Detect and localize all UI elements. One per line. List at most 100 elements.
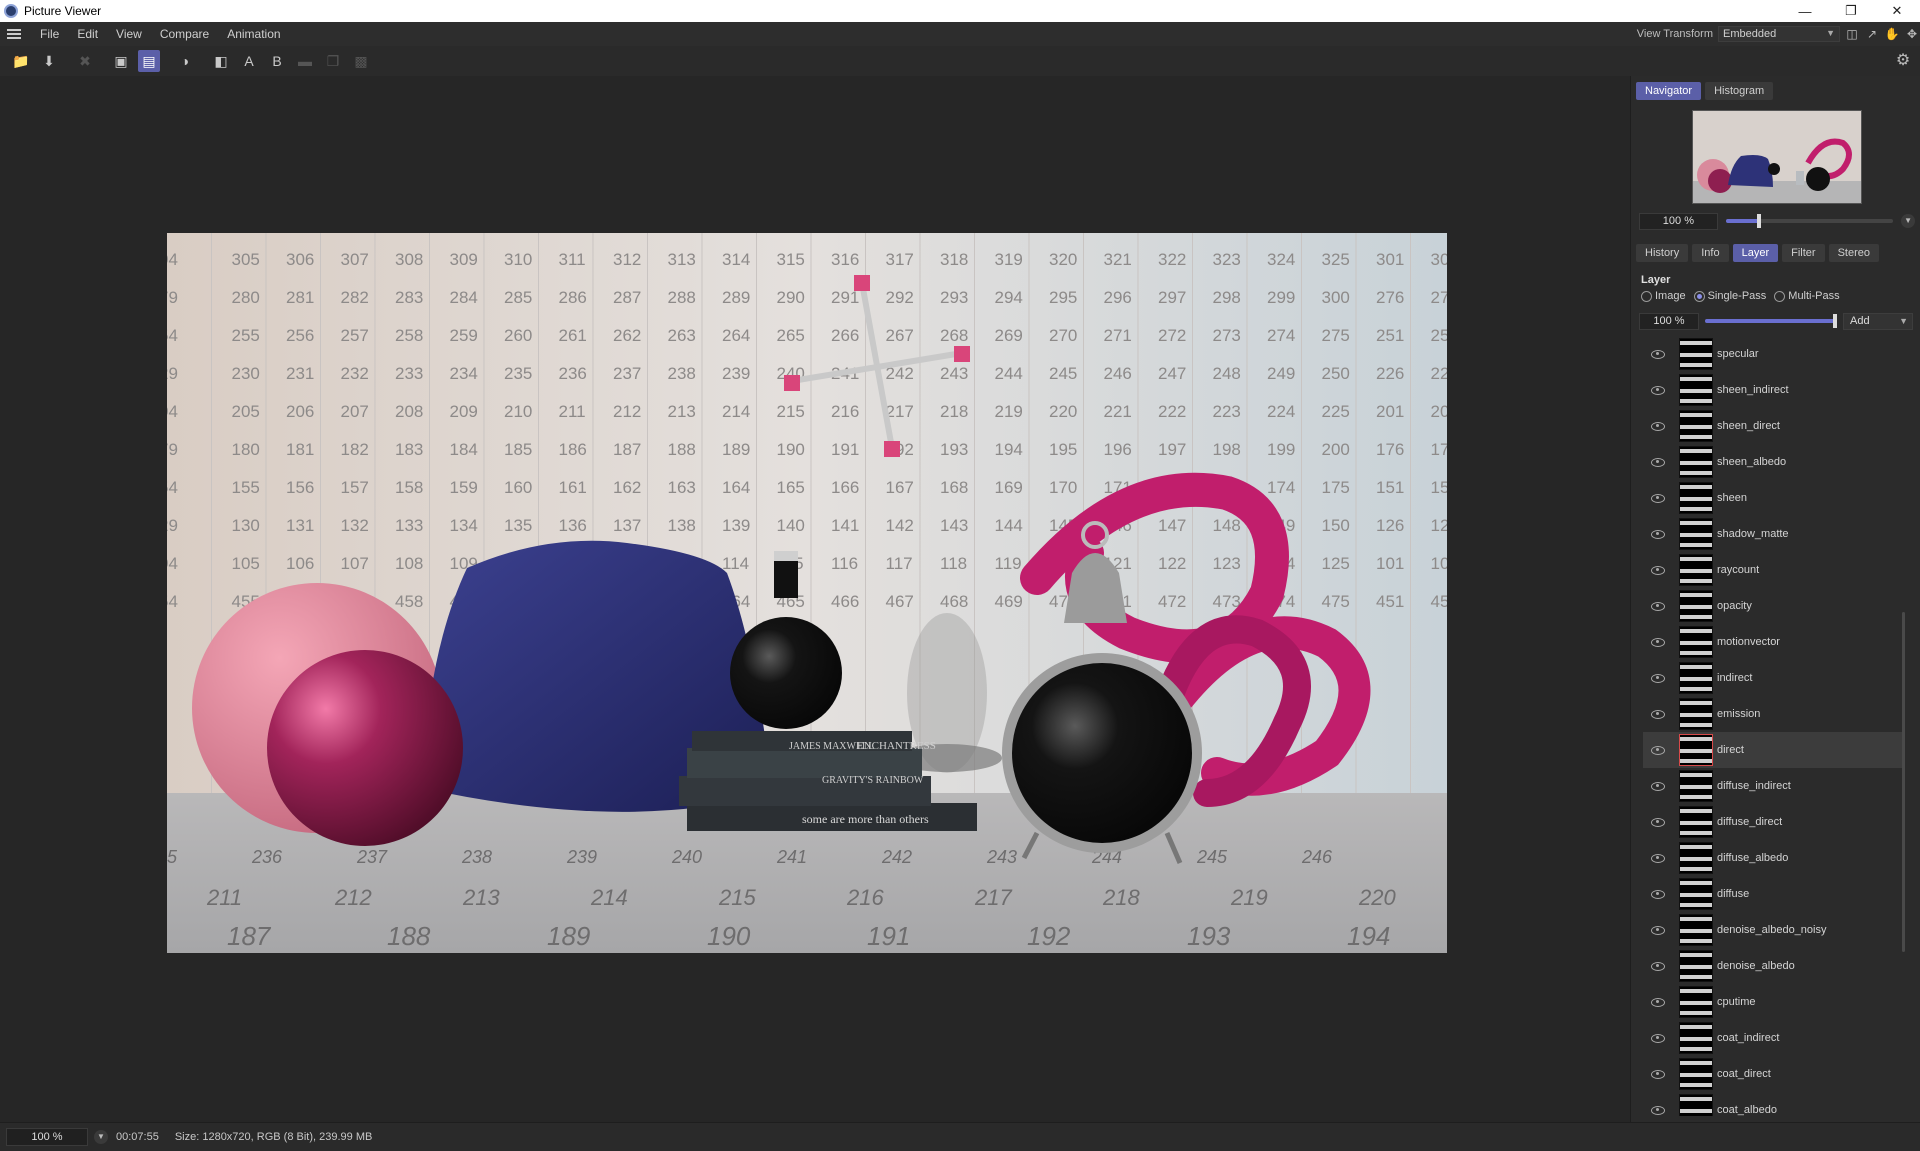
layer-row[interactable]: coat_indirect <box>1643 1020 1903 1056</box>
navigator-thumbnail[interactable] <box>1692 110 1862 204</box>
layer-row[interactable]: diffuse <box>1643 876 1903 912</box>
menu-view[interactable]: View <box>107 27 151 41</box>
eye-icon[interactable] <box>1651 1069 1665 1079</box>
eye-icon[interactable] <box>1651 673 1665 683</box>
external-window-icon[interactable]: ↗ <box>1864 26 1880 42</box>
blend-mode-select[interactable]: Add ▼ <box>1843 312 1913 330</box>
layer-row[interactable]: coat_albedo <box>1643 1092 1903 1116</box>
layer-list[interactable]: specular sheen_indirect sheen_direct sheen_… <box>1643 336 1917 1116</box>
eye-icon[interactable] <box>1651 745 1665 755</box>
eye-icon[interactable] <box>1651 817 1665 827</box>
tab-layer[interactable]: Layer <box>1732 244 1779 262</box>
save-icon[interactable]: ⬇ <box>38 50 60 72</box>
settings-gear-icon[interactable]: ⚙ <box>1892 50 1914 72</box>
menu-file[interactable]: File <box>31 27 68 41</box>
menu-compare[interactable]: Compare <box>151 27 218 41</box>
radio-single-pass[interactable] <box>1693 290 1705 302</box>
eye-icon[interactable] <box>1651 349 1665 359</box>
layer-row[interactable]: diffuse_indirect <box>1643 768 1903 804</box>
layer-row[interactable]: diffuse_albedo <box>1643 840 1903 876</box>
layer-row[interactable]: opacity <box>1643 588 1903 624</box>
eye-icon[interactable] <box>1651 925 1665 935</box>
layer-row[interactable]: motionvector <box>1643 624 1903 660</box>
hamburger-menu-icon[interactable] <box>7 29 21 39</box>
eye-icon[interactable] <box>1651 529 1665 539</box>
menu-edit[interactable]: Edit <box>68 27 107 41</box>
eye-icon[interactable] <box>1651 421 1665 431</box>
radio-image[interactable] <box>1641 290 1652 302</box>
pan-hand-icon[interactable]: ✋ <box>1884 26 1900 42</box>
eye-icon[interactable] <box>1651 637 1665 647</box>
panel-layout-icon[interactable]: ◫ <box>1844 26 1860 42</box>
wall-number: 245 <box>1049 364 1077 383</box>
eye-icon[interactable] <box>1651 385 1665 395</box>
layer-row[interactable]: indirect <box>1643 660 1903 696</box>
tab-history[interactable]: History <box>1636 244 1689 262</box>
eye-icon[interactable] <box>1651 961 1665 971</box>
wall-number: 255 <box>232 326 260 345</box>
layer-row[interactable]: sheen_albedo <box>1643 444 1903 480</box>
radio-multi-pass[interactable] <box>1774 290 1786 302</box>
eye-icon[interactable] <box>1651 997 1665 1007</box>
layer-opacity-slider[interactable] <box>1705 314 1837 328</box>
stop-render-icon[interactable]: ✖ <box>74 50 96 72</box>
layer-row[interactable]: sheen <box>1643 480 1903 516</box>
paste-icon[interactable]: ▩ <box>350 50 372 72</box>
eye-icon[interactable] <box>1651 1105 1665 1115</box>
zoom-slider[interactable] <box>1725 214 1894 228</box>
tab-stereo[interactable]: Stereo <box>1828 244 1879 262</box>
layer-row[interactable]: specular <box>1643 336 1903 372</box>
tab-filter[interactable]: Filter <box>1782 244 1825 262</box>
wall-number: 131 <box>286 516 314 535</box>
minimize-icon[interactable]: — <box>1782 0 1828 22</box>
layer-row[interactable]: shadow_matte <box>1643 516 1903 552</box>
render-view-icon[interactable]: ▤ <box>138 50 160 72</box>
layer-row[interactable]: sheen_direct <box>1643 408 1903 444</box>
eye-icon[interactable] <box>1651 457 1665 467</box>
layer-list-scrollbar[interactable] <box>1902 612 1905 952</box>
layer-row[interactable]: cputime <box>1643 984 1903 1020</box>
layer-row[interactable]: raycount <box>1643 552 1903 588</box>
swap-icon[interactable]: ▬ <box>294 50 316 72</box>
maximize-icon[interactable]: ❐ <box>1828 0 1874 22</box>
eye-icon[interactable] <box>1651 709 1665 719</box>
move-icon[interactable]: ✥ <box>1904 26 1920 42</box>
image-canvas[interactable]: 04 305 306 307 308 309 310 311 312 313 314 315 316 31… <box>0 76 1630 1122</box>
tab-info[interactable]: Info <box>1692 244 1729 262</box>
compare-b-button[interactable]: B <box>266 50 288 72</box>
opacity-slider-handle[interactable] <box>1833 314 1837 328</box>
layer-opacity-input[interactable]: 100 % <box>1639 312 1699 330</box>
status-zoom-dropdown-icon[interactable]: ▼ <box>94 1130 108 1144</box>
layer-row[interactable]: denoise_albedo <box>1643 948 1903 984</box>
layer-row[interactable]: coat_direct <box>1643 1056 1903 1092</box>
tab-histogram[interactable]: Histogram <box>1705 82 1774 100</box>
layer-row[interactable]: direct <box>1643 732 1903 768</box>
layer-row[interactable]: denoise_albedo_noisy <box>1643 912 1903 948</box>
layer-row[interactable]: sheen_indirect <box>1643 372 1903 408</box>
wall-number: 233 <box>395 364 423 383</box>
eye-icon[interactable] <box>1651 853 1665 863</box>
eye-icon[interactable] <box>1651 493 1665 503</box>
menu-animation[interactable]: Animation <box>218 27 289 41</box>
eye-icon[interactable] <box>1651 1033 1665 1043</box>
zoom-dropdown-icon[interactable]: ▼ <box>1901 214 1915 228</box>
zoom-input[interactable]: 100 % <box>1639 212 1718 230</box>
copy-icon[interactable]: ❐ <box>322 50 344 72</box>
contrast-icon[interactable]: ◑ <box>174 50 196 72</box>
compare-a-button[interactable]: A <box>238 50 260 72</box>
open-folder-icon[interactable]: 📁 <box>10 50 32 72</box>
layer-row[interactable]: emission <box>1643 696 1903 732</box>
region-render-icon[interactable]: ▣ <box>110 50 132 72</box>
eye-icon[interactable] <box>1651 565 1665 575</box>
close-icon[interactable]: ✕ <box>1874 0 1920 22</box>
eye-icon[interactable] <box>1651 781 1665 791</box>
status-zoom-input[interactable]: 100 % <box>6 1128 88 1146</box>
zoom-slider-handle[interactable] <box>1757 214 1762 228</box>
wall-number: 300 <box>1322 288 1350 307</box>
layer-row[interactable]: diffuse_direct <box>1643 804 1903 840</box>
view-transform-select[interactable]: Embedded ▼ <box>1718 26 1840 42</box>
tab-navigator[interactable]: Navigator <box>1636 82 1702 100</box>
eye-icon[interactable] <box>1651 601 1665 611</box>
compare-split-icon[interactable]: ◧ <box>210 50 232 72</box>
eye-icon[interactable] <box>1651 889 1665 899</box>
